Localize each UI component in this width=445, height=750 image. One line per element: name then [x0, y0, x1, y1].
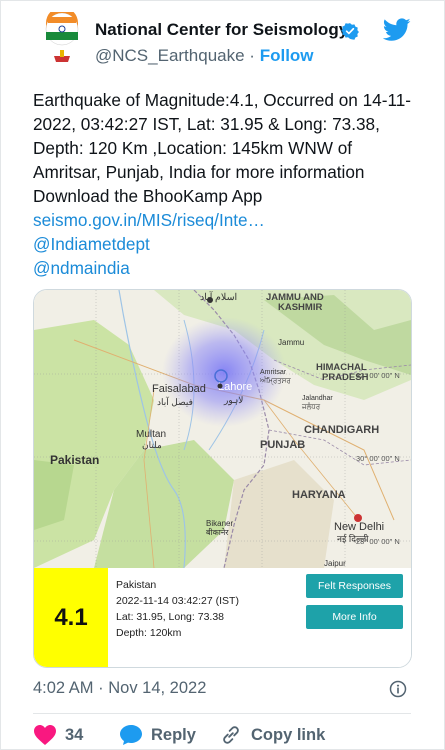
tweet-time[interactable]: 4:02 AM [33, 679, 94, 697]
follow-button[interactable]: Follow [260, 46, 314, 65]
newdelhi-marker [354, 514, 362, 522]
felt-responses-button[interactable]: Felt Responses [306, 574, 403, 598]
map-label-jaipur: Jaipur [324, 559, 346, 568]
lahore-marker [217, 383, 223, 389]
map-label-jalandhar-local: ਜਲੰਧਰ [301, 402, 321, 411]
link-icon[interactable] [219, 724, 243, 746]
tweet-text: Earthquake of Magnitude:4.1, Occurred on… [33, 90, 412, 206]
map-label-jk2: KASHMIR [278, 302, 322, 313]
islamabad-marker [207, 297, 213, 303]
heart-icon[interactable] [33, 724, 57, 746]
tweet-body: Earthquake of Magnitude:4.1, Occurred on… [33, 88, 418, 280]
speech-bubble-icon[interactable] [119, 724, 143, 746]
map-label-multan: Multan [136, 429, 166, 440]
map-label-punjab: PUNJAB [260, 439, 305, 451]
tweet-date[interactable]: Nov 14, 2022 [108, 679, 206, 697]
copy-link-label: Copy link [251, 725, 326, 744]
divider [33, 713, 411, 714]
earthquake-card[interactable]: اسلام آباد JAMMU AND KASHMIR Jammu HIMAC… [33, 289, 412, 668]
quake-datetime: 2022-11-14 03:42:27 (IST) [116, 595, 239, 607]
quake-info-panel: 4.1 Pakistan 2022-11-14 03:42:27 (IST) L… [34, 568, 411, 667]
map-label-bikaner: Bikaner [206, 519, 233, 528]
account-handle[interactable]: @NCS_Earthquake [95, 46, 245, 65]
quake-coords: Lat: 31.95, Long: 73.38 [116, 611, 225, 623]
twitter-bird-icon[interactable] [383, 18, 411, 42]
tweet-header: National Center for Seismology @NCS_Eart… [0, 0, 445, 80]
handle-row: @NCS_Earthquake · Follow [95, 46, 314, 66]
info-circle-icon[interactable] [389, 680, 407, 698]
account-name[interactable]: National Center for Seismology [95, 20, 348, 40]
map-label-lahore-local: لاہور [223, 395, 243, 406]
map-label-amritsar: Amritsar [260, 369, 287, 376]
reply-action[interactable]: Reply [119, 724, 196, 746]
map-label-jammu: Jammu [278, 338, 304, 347]
tweet-link[interactable]: seismo.gov.in/MIS/riseq/Inte… [33, 208, 418, 232]
timestamp-separator: · [98, 679, 104, 697]
quake-region: Pakistan [116, 579, 157, 591]
gridline-label-30n: 30° 00' 00" N [356, 454, 400, 463]
map-label-newdelhi: New Delhi [334, 521, 384, 533]
map-label-haryana: HARYANA [292, 489, 346, 501]
tweet-timestamp[interactable]: 4:02 AM · Nov 14, 2022 [33, 679, 206, 698]
like-action[interactable]: 34 [33, 724, 83, 746]
map-label-jalandhar: Jalandhar [302, 395, 333, 402]
mention-indiametdept[interactable]: @Indiametdept [33, 232, 418, 256]
reply-label: Reply [151, 725, 196, 744]
mention-ndmaindia[interactable]: @ndmaindia [33, 256, 418, 280]
map-label-lahore: Lahore [218, 381, 252, 393]
more-info-button[interactable]: More Info [306, 605, 403, 629]
map-label-faisalabad: Faisalabad [152, 383, 206, 395]
map-label-pakistan: Pakistan [50, 453, 99, 467]
verified-badge-icon [341, 23, 359, 40]
quake-details: Pakistan 2022-11-14 03:42:27 (IST) Lat: … [116, 577, 239, 641]
map-label-multan-local: ملتان [142, 440, 162, 450]
copy-link-action[interactable]: Copy link [219, 724, 325, 746]
separator-dot: · [249, 46, 255, 65]
map-label-islamabad: اسلام آباد [200, 290, 237, 303]
gridline-label-28n: 28° 00' 00" N [356, 537, 400, 546]
earthquake-map[interactable]: اسلام آباد JAMMU AND KASHMIR Jammu HIMAC… [34, 290, 411, 568]
gridline-label-32n: 32° 00' 00" N [356, 371, 400, 380]
ncs-logo-avatar[interactable] [40, 12, 84, 66]
quake-depth: Depth: 120km [116, 627, 182, 639]
map-label-bikaner-local: बीकानेर [206, 527, 229, 537]
magnitude-badge: 4.1 [34, 568, 108, 667]
map-label-chandigarh: CHANDIGARH [304, 424, 379, 436]
map-label-faisalabad-local: فیصل آباد [157, 396, 193, 407]
like-count: 34 [65, 725, 84, 744]
action-bar: 34 Reply Copy link [33, 724, 433, 750]
map-label-amritsar-local: ਅੰਮ੍ਰਿਤਸਰ [259, 376, 291, 386]
